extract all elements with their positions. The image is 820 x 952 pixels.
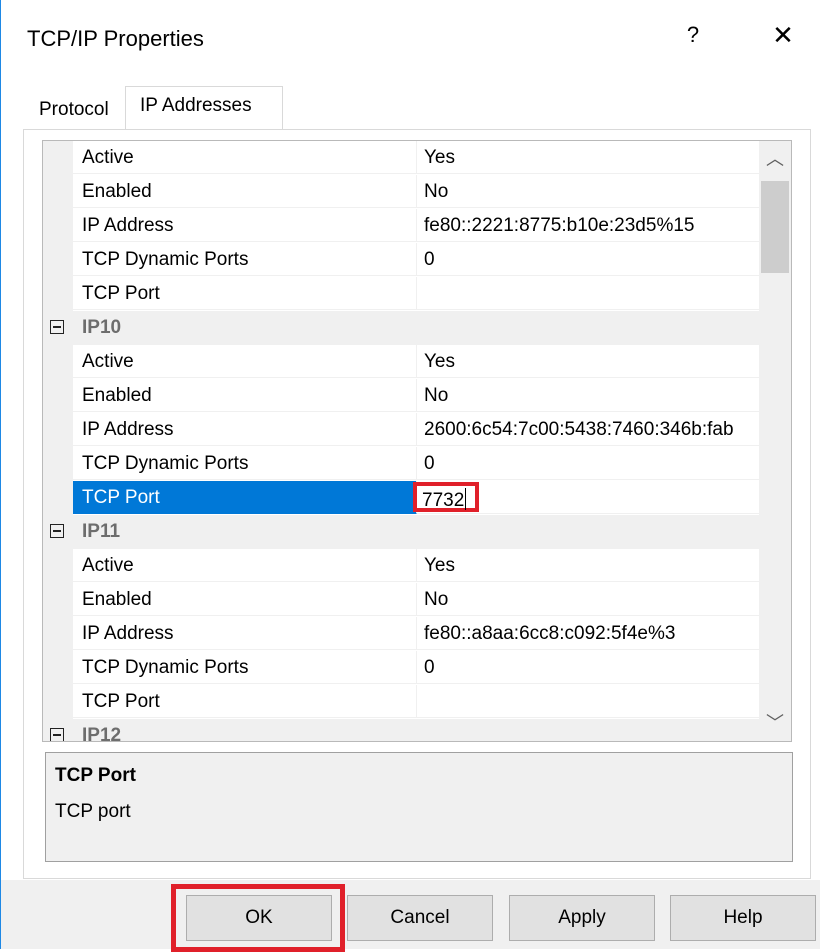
group-name[interactable]: IP10 xyxy=(73,311,417,344)
property-value[interactable]: 2600:6c54:7c00:5438:7460:346b:fab xyxy=(417,413,759,446)
tab-ip-addresses[interactable]: IP Addresses xyxy=(125,86,283,130)
grid-property-row[interactable]: IP Address 2600:6c54:7c00:5438:7460:346b:… xyxy=(43,413,759,447)
property-value[interactable]: Yes xyxy=(417,345,759,378)
property-value[interactable]: Yes xyxy=(417,549,759,582)
grid-property-row[interactable]: TCP Dynamic Ports 0 xyxy=(43,447,759,481)
row-gutter xyxy=(43,651,73,685)
help-title-button[interactable]: ? xyxy=(673,22,713,48)
apply-button[interactable]: Apply xyxy=(509,895,655,941)
row-gutter xyxy=(43,379,73,413)
property-name[interactable]: TCP Dynamic Ports xyxy=(73,651,417,684)
group-name[interactable]: IP11 xyxy=(73,515,417,548)
collapse-icon[interactable] xyxy=(50,320,64,334)
grid-property-row[interactable]: TCP Dynamic Ports 0 xyxy=(43,243,759,277)
grid-property-row[interactable]: IP Address fe80::a8aa:6cc8:c092:5f4e%3 xyxy=(43,617,759,651)
property-name[interactable]: Enabled xyxy=(73,379,417,412)
description-panel: TCP Port TCP port xyxy=(45,752,793,862)
row-gutter xyxy=(43,277,73,311)
property-name[interactable]: IP Address xyxy=(73,209,417,242)
property-grid: Active Yes Enabled No IP Address fe80::2221:8… xyxy=(42,140,792,742)
row-gutter xyxy=(43,141,73,175)
grid-property-row[interactable]: TCP Port xyxy=(43,277,759,311)
property-value[interactable]: 0 xyxy=(417,651,759,684)
row-gutter xyxy=(43,413,73,447)
chevron-up-icon[interactable]: ︿ xyxy=(759,141,791,175)
property-value xyxy=(417,311,759,344)
property-name[interactable]: Enabled xyxy=(73,583,417,616)
tab-protocol[interactable]: Protocol xyxy=(39,99,109,121)
property-name[interactable]: IP Address xyxy=(73,413,417,446)
row-gutter xyxy=(43,175,73,209)
ok-highlight-annotation xyxy=(171,884,345,952)
row-gutter xyxy=(43,583,73,617)
grid-group-row[interactable]: IP12 xyxy=(43,719,759,741)
property-value[interactable]: No xyxy=(417,583,759,616)
property-value xyxy=(417,515,759,548)
cancel-button[interactable]: Cancel xyxy=(347,895,493,941)
property-value[interactable]: fe80::a8aa:6cc8:c092:5f4e%3 xyxy=(417,617,759,650)
property-value xyxy=(417,719,759,741)
row-gutter xyxy=(43,549,73,583)
grid-property-row[interactable]: Enabled No xyxy=(43,175,759,209)
grid-property-row[interactable]: TCP Dynamic Ports 0 xyxy=(43,651,759,685)
close-icon[interactable]: ✕ xyxy=(763,20,803,51)
row-gutter xyxy=(43,515,73,549)
property-value[interactable] xyxy=(417,481,759,514)
property-name[interactable]: Enabled xyxy=(73,175,417,208)
property-name[interactable]: Active xyxy=(73,141,417,174)
help-button[interactable]: Help xyxy=(670,895,816,941)
grid-property-row[interactable]: TCP Port 7732 xyxy=(43,481,759,515)
property-value[interactable]: No xyxy=(417,379,759,412)
description-text: TCP port xyxy=(55,801,131,822)
property-value[interactable]: fe80::2221:8775:b10e:23d5%15 xyxy=(417,209,759,242)
property-value[interactable] xyxy=(417,277,759,310)
row-gutter xyxy=(43,243,73,277)
row-gutter xyxy=(43,617,73,651)
grid-property-row[interactable]: Active Yes xyxy=(43,141,759,175)
row-gutter xyxy=(43,209,73,243)
group-name[interactable]: IP12 xyxy=(73,719,417,741)
property-value[interactable]: No xyxy=(417,175,759,208)
title-bar: TCP/IP Properties ? ✕ xyxy=(1,0,820,80)
row-gutter xyxy=(43,685,73,719)
tcpip-properties-dialog: TCP/IP Properties ? ✕ Protocol IP Addres… xyxy=(0,0,820,952)
property-value[interactable]: 0 xyxy=(417,243,759,276)
property-name[interactable]: TCP Port xyxy=(73,277,417,310)
grid-property-row[interactable]: IP Address fe80::2221:8775:b10e:23d5%15 xyxy=(43,209,759,243)
row-gutter xyxy=(43,447,73,481)
grid-group-row[interactable]: IP10 xyxy=(43,311,759,345)
vertical-scrollbar[interactable]: ︿ ﹀ xyxy=(759,141,791,741)
grid-property-row[interactable]: Active Yes xyxy=(43,549,759,583)
property-name[interactable]: TCP Dynamic Ports xyxy=(73,243,417,276)
tab-ip-addresses-label: IP Addresses xyxy=(140,95,252,116)
property-name[interactable]: TCP Dynamic Ports xyxy=(73,447,417,480)
property-rows: Active Yes Enabled No IP Address fe80::2221:8… xyxy=(43,141,759,741)
row-gutter xyxy=(43,345,73,379)
grid-property-row[interactable]: TCP Port xyxy=(43,685,759,719)
property-value[interactable]: Yes xyxy=(417,141,759,174)
grid-group-row[interactable]: IP11 xyxy=(43,515,759,549)
row-gutter xyxy=(43,481,73,515)
collapse-icon[interactable] xyxy=(50,728,64,741)
dialog-title: TCP/IP Properties xyxy=(27,26,204,51)
property-name[interactable]: Active xyxy=(73,345,417,378)
chevron-down-icon[interactable]: ﹀ xyxy=(759,707,791,741)
collapse-icon[interactable] xyxy=(50,524,64,538)
row-gutter xyxy=(43,719,73,741)
grid-property-row[interactable]: Enabled No xyxy=(43,583,759,617)
scrollbar-thumb[interactable] xyxy=(761,181,789,273)
row-gutter xyxy=(43,311,73,345)
property-name[interactable]: Active xyxy=(73,549,417,582)
property-name[interactable]: TCP Port xyxy=(73,481,417,514)
property-value[interactable] xyxy=(417,685,759,718)
description-title: TCP Port xyxy=(55,765,136,786)
grid-property-row[interactable]: Active Yes xyxy=(43,345,759,379)
property-name[interactable]: TCP Port xyxy=(73,685,417,718)
grid-property-row[interactable]: Enabled No xyxy=(43,379,759,413)
property-name[interactable]: IP Address xyxy=(73,617,417,650)
property-value[interactable]: 0 xyxy=(417,447,759,480)
